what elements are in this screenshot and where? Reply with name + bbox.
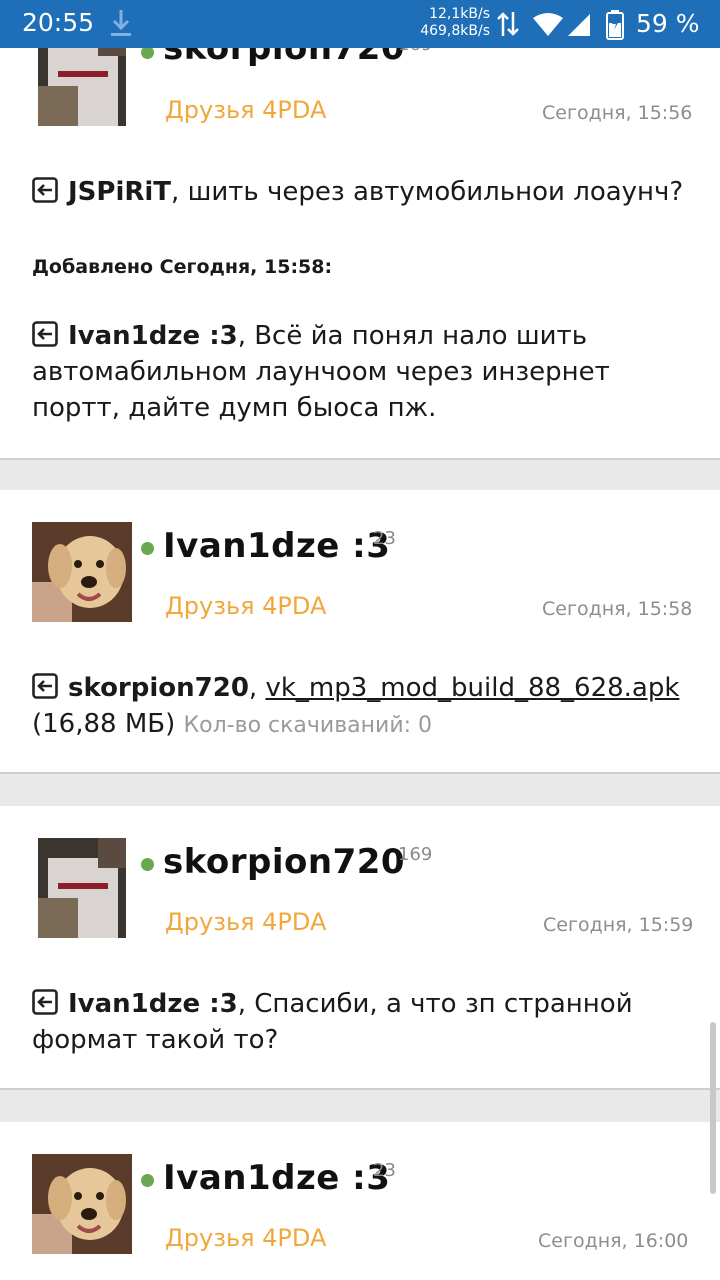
post-group: Друзья 4PDA [165,592,327,620]
post-date: Сегодня, 16:00 [538,1230,689,1252]
post-reputation[interactable]: 23 [373,528,396,549]
signal-icon [568,14,590,36]
download-speed: 469,8kB/s [420,23,490,39]
online-status-dot [141,858,154,871]
upload-speed: 12,1kB/s [429,6,490,22]
post-date: Сегодня, 15:59 [543,914,694,936]
status-time: 20:55 [22,8,95,37]
forum-post: Ivan1dze :3 23 Друзья 4PDA Сегодня, 16:0… [0,1122,720,1280]
added-label: Добавлено Сегодня, 15:58: [32,256,333,278]
online-status-dot [141,542,154,555]
data-transfer-icon [497,12,519,36]
post-date: Сегодня, 15:58 [542,598,693,620]
quote-reply-icon[interactable] [32,989,58,1015]
reply-separator: , [248,673,266,703]
post-group: Друзья 4PDA [165,1224,327,1252]
battery-percent: 59 % [636,9,700,38]
online-status-dot [141,1174,154,1187]
reply-text: , шить через автумобильнои лоаунч? [171,177,684,207]
avatar[interactable] [32,522,132,622]
reply-username[interactable]: skorpion720 [68,673,249,703]
quote-reply-icon[interactable] [32,673,58,699]
post-author[interactable]: skorpion720 [163,842,405,882]
network-speed: 12,1kB/s 469,8kB/s [412,6,490,40]
reply-username[interactable]: JSPiRiT [68,177,171,207]
post-author[interactable]: Ivan1dze :3 [163,1158,390,1198]
scrollbar[interactable] [710,1022,716,1194]
status-bar: 20:55 12,1kB/s 469,8kB/s 59 % [0,0,720,48]
download-icon [111,10,131,36]
forum-post: skorpion720 169 Друзья 4PDA Сегодня, 15:… [0,0,720,460]
forum-post: skorpion720 169 Друзья 4PDA Сегодня, 15:… [0,806,720,1090]
post-reply-line: Ivan1dze :3, Спасиби, а что зп странной … [32,986,692,1058]
avatar[interactable] [32,1154,132,1254]
attachment-link[interactable]: vk_mp3_mod_build_88_628.apk [265,673,679,703]
post-reply-line: skorpion720, vk_mp3_mod_build_88_628.apk… [32,670,692,744]
post-reputation[interactable]: 169 [398,844,432,865]
reply-username[interactable]: Ivan1dze :3 [68,989,238,1019]
avatar[interactable] [38,838,126,938]
quote-reply-icon[interactable] [32,321,58,347]
reply-username[interactable]: Ivan1dze :3 [68,321,238,351]
wifi-icon [533,13,563,36]
forum-post: Ivan1dze :3 23 Друзья 4PDA Сегодня, 15:5… [0,490,720,774]
post-reputation[interactable]: 23 [373,1160,396,1181]
battery-icon [606,10,624,40]
post-reply-line: JSPiRiT, шить через автумобильнои лоаунч… [32,174,692,210]
quote-reply-icon[interactable] [32,177,58,203]
post-group: Друзья 4PDA [165,908,327,936]
post-author[interactable]: Ivan1dze :3 [163,526,390,566]
post-group: Друзья 4PDA [165,96,327,124]
post-date: Сегодня, 15:56 [542,102,693,124]
attachment-size: (16,88 МБ) [32,709,176,739]
download-count: Кол-во скачиваний: 0 [183,713,433,738]
post-reply-line: Ivan1dze :3, Всё йа понял нало шить авто… [32,318,692,426]
